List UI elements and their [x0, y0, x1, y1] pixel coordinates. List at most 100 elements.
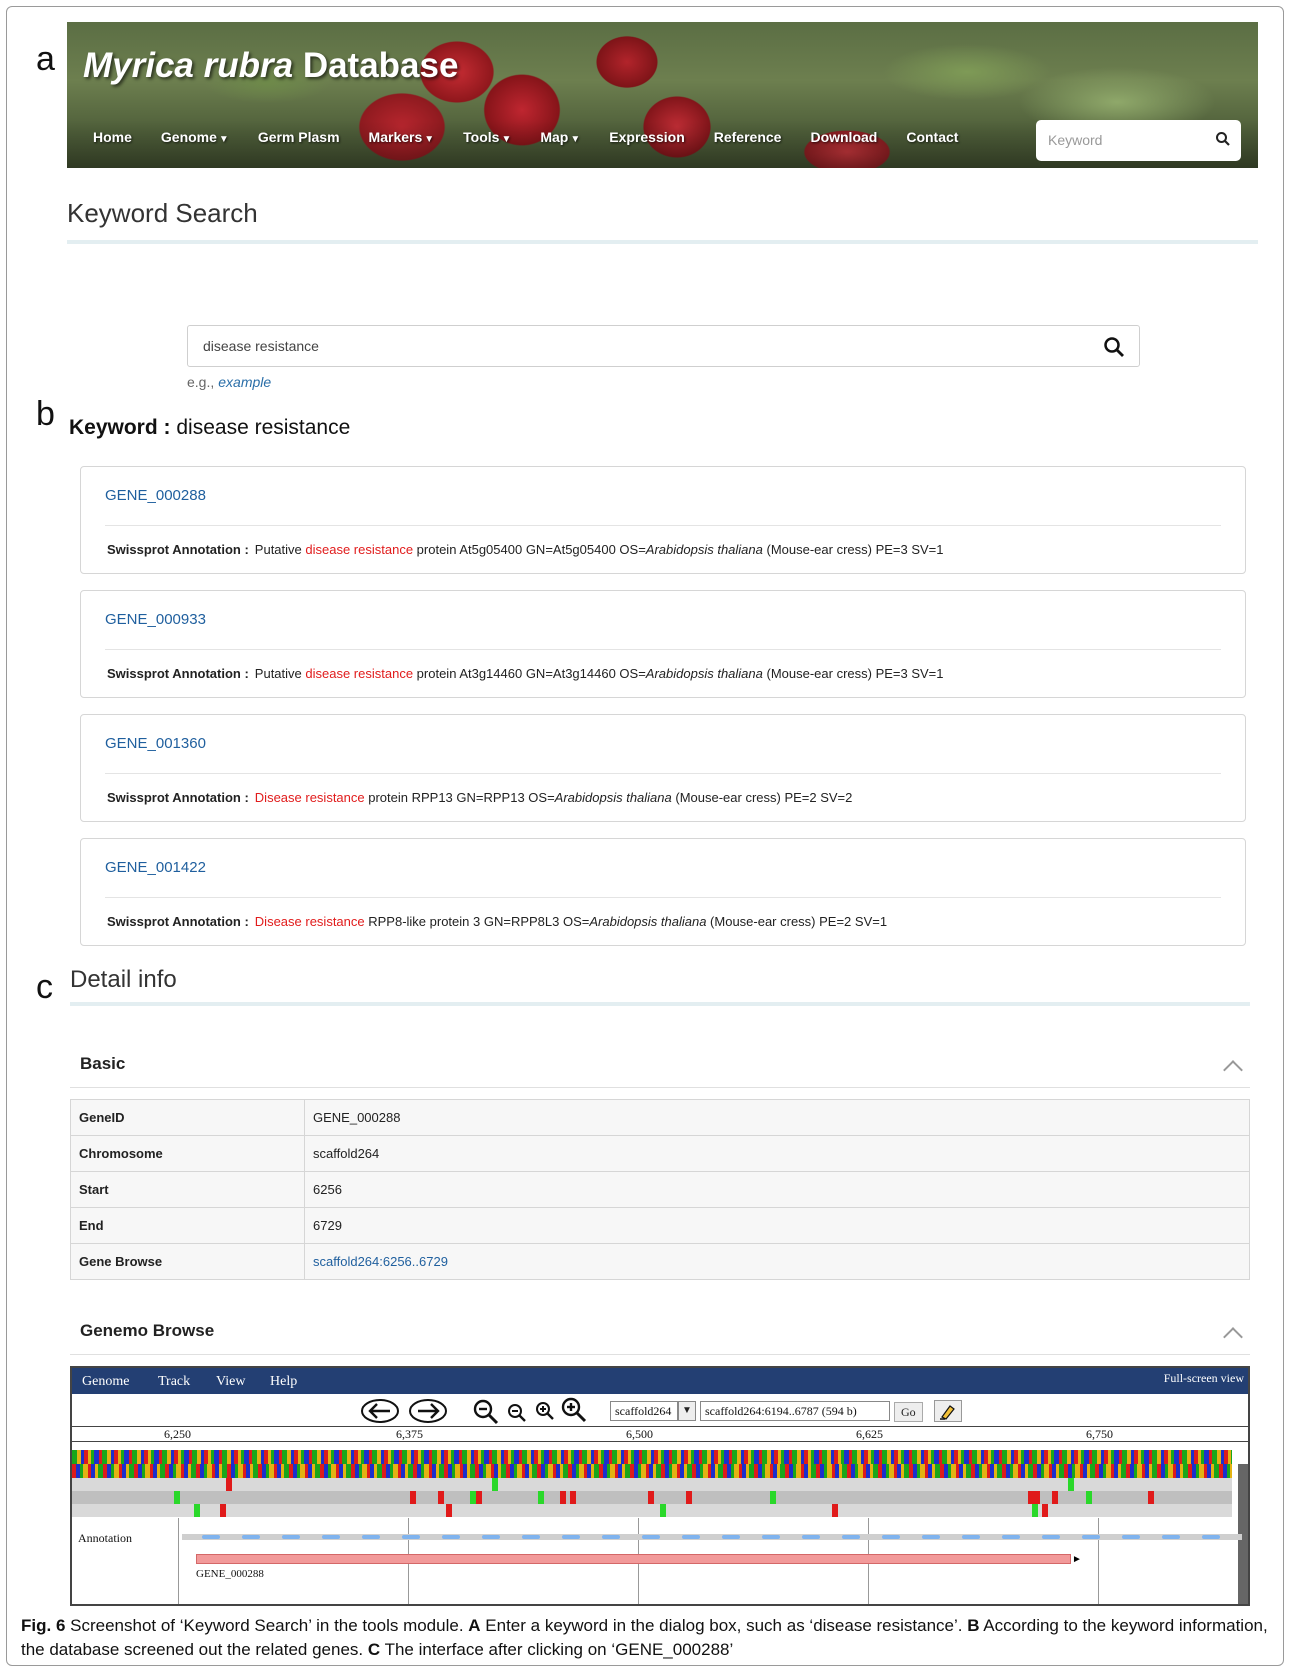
location-input[interactable]: scaffold264:6194..6787 (594 b) — [700, 1401, 890, 1421]
panel-label-c: c — [36, 968, 53, 1006]
keyword-search-input[interactable]: disease resistance — [187, 325, 1140, 367]
detail-title: Detail info — [70, 966, 177, 993]
search-icon[interactable] — [1103, 336, 1125, 363]
gene-link[interactable]: GENE_000933 — [105, 611, 206, 628]
codon-marker — [770, 1491, 776, 1504]
table-row: GeneID GENE_000288 — [70, 1099, 1250, 1136]
zoom-out-small-icon[interactable] — [506, 1402, 528, 1429]
ruler-tick: 6,750 — [1086, 1427, 1113, 1441]
result-card: GENE_001360 Swissprot Annotation : Diseas… — [80, 714, 1246, 822]
caret-down-icon: ▼ — [218, 134, 229, 145]
nav-genome[interactable]: Genome ▼ — [161, 129, 229, 145]
annotation-track-label[interactable]: Annotation — [78, 1531, 132, 1546]
highlight-icon[interactable] — [934, 1400, 962, 1422]
codon-marker — [220, 1504, 226, 1517]
codon-marker — [538, 1491, 544, 1504]
codon-marker — [660, 1504, 666, 1517]
site-title-italic: Myrica rubra — [83, 46, 294, 85]
fullscreen-button[interactable]: Full-screen view — [1164, 1371, 1244, 1386]
nav-tools[interactable]: Tools ▼ — [463, 129, 511, 145]
basic-section-title: Basic — [80, 1054, 126, 1073]
divider — [105, 525, 1221, 526]
nav-germ-plasm[interactable]: Germ Plasm — [258, 129, 340, 145]
gene-feature-label: GENE_000288 — [196, 1568, 264, 1580]
codon-marker — [410, 1491, 416, 1504]
grid-line — [178, 1518, 179, 1604]
codon-marker — [832, 1504, 838, 1517]
grid-line — [1098, 1518, 1099, 1604]
search-icon[interactable] — [1215, 131, 1231, 152]
codon-marker — [1042, 1504, 1048, 1517]
codon-marker — [648, 1491, 654, 1504]
divider — [105, 649, 1221, 650]
swissprot-annotation: Swissprot Annotation : Putative disease r… — [107, 542, 944, 557]
divider — [70, 1002, 1250, 1006]
codon-marker — [1052, 1491, 1058, 1504]
divider — [105, 773, 1221, 774]
divider — [67, 240, 1258, 244]
swissprot-annotation: Swissprot Annotation : Disease resistance… — [107, 914, 888, 929]
main-nav: Home Genome ▼ Germ Plasm Markers ▼ Tools ▼ … — [93, 129, 987, 145]
example-link[interactable]: example — [218, 374, 271, 390]
figure-caption: Fig. 6 Screenshot of ‘Keyword Search’ in… — [21, 1616, 1268, 1659]
codon-marker — [570, 1491, 576, 1504]
ruler-tick: 6,250 — [164, 1427, 191, 1441]
divider — [70, 1354, 1250, 1355]
site-title-rest: Database — [293, 46, 459, 85]
pan-left-icon[interactable] — [360, 1398, 400, 1429]
strand-arrow-icon: ► — [1072, 1554, 1082, 1565]
codon-marker — [1148, 1491, 1154, 1504]
browse-section-title: Genemo Browse — [80, 1321, 215, 1340]
nav-home[interactable]: Home — [93, 129, 132, 145]
codon-marker — [1028, 1491, 1040, 1504]
table-row: End 6729 — [70, 1207, 1250, 1244]
scaffold-track — [182, 1534, 1242, 1540]
site-title[interactable]: Myrica rubra Database — [83, 46, 458, 86]
gene-link[interactable]: GENE_000288 — [105, 487, 206, 504]
codon-marker — [1032, 1504, 1038, 1517]
caret-down-icon: ▼ — [424, 134, 435, 145]
caret-down-icon: ▼ — [501, 134, 512, 145]
codon-marker — [438, 1491, 444, 1504]
pan-right-icon[interactable] — [408, 1398, 448, 1429]
gene-feature[interactable] — [196, 1554, 1071, 1564]
menu-genome[interactable]: Genome — [82, 1374, 129, 1390]
gene-browse-link[interactable]: scaffold264:6256..6729 — [313, 1254, 448, 1269]
codon-marker — [686, 1491, 692, 1504]
go-button[interactable]: Go — [894, 1402, 923, 1422]
nav-contact[interactable]: Contact — [906, 129, 958, 145]
result-card: GENE_000288 Swissprot Annotation : Putati… — [80, 466, 1246, 574]
menu-view[interactable]: View — [216, 1374, 245, 1390]
nav-reference[interactable]: Reference — [714, 129, 782, 145]
reference-sequence-select[interactable]: scaffold264 — [610, 1401, 678, 1421]
gene-link[interactable]: GENE_001360 — [105, 735, 206, 752]
gene-link[interactable]: GENE_001422 — [105, 859, 206, 876]
dropdown-arrow-icon[interactable]: ▼ — [678, 1401, 696, 1421]
result-card: GENE_001422 Swissprot Annotation : Diseas… — [80, 838, 1246, 946]
codon-marker — [476, 1491, 482, 1504]
codon-marker — [492, 1478, 498, 1491]
annotation-track: Annotation ► GENE_000288 — [72, 1518, 1242, 1604]
basic-info-table: GeneID GENE_000288 Chromosome scaffold264 … — [70, 1099, 1250, 1280]
nav-expression[interactable]: Expression — [609, 129, 684, 145]
codon-marker — [1086, 1491, 1092, 1504]
codon-marker — [1068, 1478, 1074, 1491]
nav-download[interactable]: Download — [810, 129, 877, 145]
nav-markers[interactable]: Markers ▼ — [369, 129, 435, 145]
zoom-in-large-icon[interactable] — [560, 1396, 588, 1429]
nav-map[interactable]: Map ▼ — [540, 129, 580, 145]
menu-track[interactable]: Track — [158, 1374, 190, 1390]
header-search-placeholder: Keyword — [1048, 132, 1103, 148]
panel-label-a: a — [36, 40, 55, 78]
example-hint: e.g., example — [187, 374, 272, 390]
swissprot-annotation: Swissprot Annotation : Putative disease r… — [107, 666, 944, 681]
panel-label-b: b — [36, 395, 55, 433]
ruler-tick: 6,625 — [856, 1427, 883, 1441]
ruler-tick: 6,375 — [396, 1427, 423, 1441]
menu-help[interactable]: Help — [270, 1374, 297, 1390]
codon-marker — [560, 1491, 566, 1504]
header-search-input[interactable]: Keyword — [1036, 120, 1241, 161]
codon-marker — [446, 1504, 452, 1517]
sequence-track-forward — [72, 1450, 1232, 1464]
zoom-in-small-icon[interactable] — [534, 1400, 556, 1427]
